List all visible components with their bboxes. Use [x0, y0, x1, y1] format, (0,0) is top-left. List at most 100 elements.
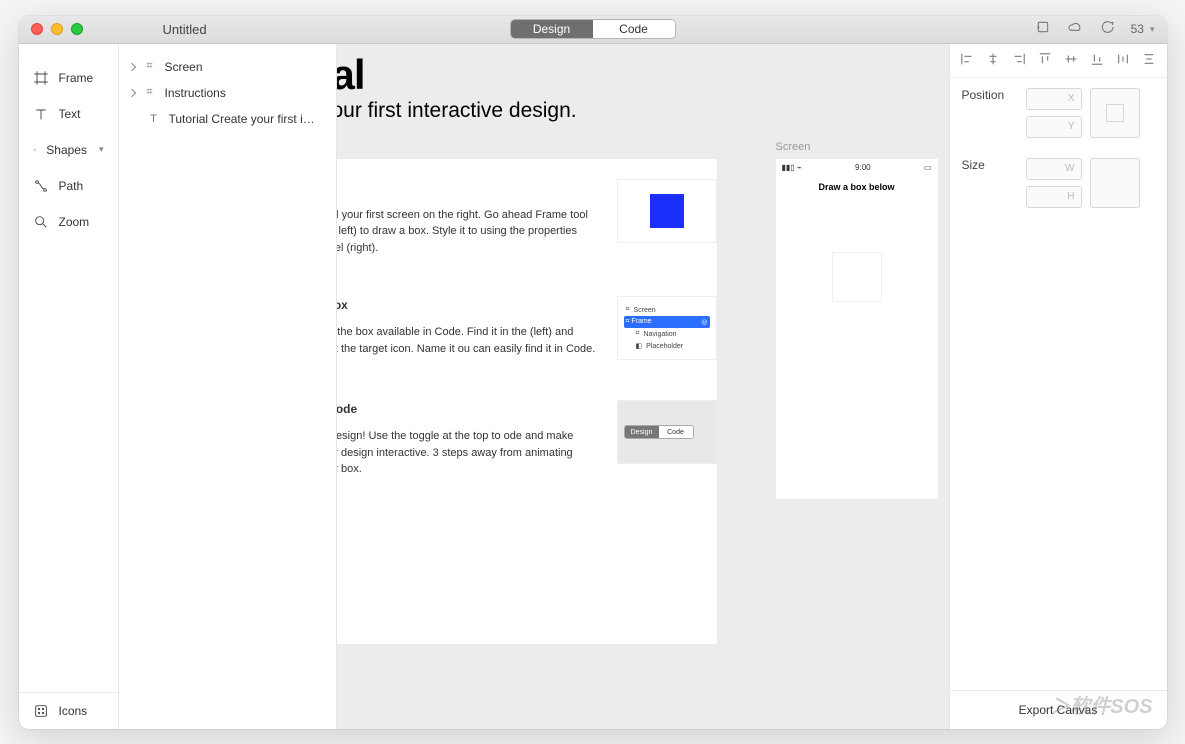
tutorial-step-2: e box ake the box available in Code. Fin… — [337, 296, 717, 360]
alignment-controls — [950, 44, 1167, 78]
disclosure-icon — [127, 62, 135, 70]
artboard-instructions[interactable]: ox ared your first screen on the right. … — [337, 159, 717, 644]
mini-seg-design: Design — [625, 426, 659, 438]
shapes-icon — [33, 142, 37, 158]
constraints-control[interactable] — [1090, 158, 1140, 208]
tab-code[interactable]: Code — [593, 20, 675, 38]
tool-icons[interactable]: Icons — [19, 693, 118, 729]
tutorial-step-1: ox ared your first screen on the right. … — [337, 179, 717, 257]
layer-label: Tutorial Create your first i… — [169, 112, 315, 126]
cloud-icon[interactable] — [1067, 19, 1083, 40]
size-row: Size W H — [950, 148, 1167, 218]
tool-frame[interactable]: Frame — [19, 60, 118, 96]
mini-toggle: Design Code — [624, 425, 694, 439]
step-1-title: ox — [337, 179, 597, 197]
layer-label: Instructions — [165, 86, 226, 100]
artboard-label: Screen — [776, 141, 811, 153]
step-2-body: ake the box available in Code. Find it i… — [337, 324, 597, 357]
mini-layer-placeholder: Placeholder — [646, 343, 683, 350]
close-window-button[interactable] — [31, 23, 43, 35]
inspector-panel: Position X Y Size W H Export Canvas — [949, 44, 1167, 729]
share-icon[interactable] — [1035, 19, 1051, 40]
chevron-down-icon: ▾ — [1150, 24, 1155, 35]
tool-zoom[interactable]: Zoom — [19, 204, 118, 240]
position-label: Position — [962, 88, 1018, 102]
step-3-visual: Design Code — [617, 400, 717, 464]
chevron-down-icon: ▾ — [99, 144, 104, 155]
distribute-h-icon[interactable] — [1116, 52, 1130, 69]
layer-tutorial-text[interactable]: T Tutorial Create your first i… — [119, 106, 336, 132]
minimize-window-button[interactable] — [51, 23, 63, 35]
mock-status-bar: ▮▮▯ ⌁ 9:00 ▭ — [776, 159, 938, 176]
text-icon — [33, 106, 49, 122]
maximize-window-button[interactable] — [71, 23, 83, 35]
anchor-control[interactable] — [1090, 88, 1140, 138]
disclosure-icon — [127, 88, 135, 96]
layers-panel: ⌗ Screen ⌗ Instructions T Tutorial Creat… — [119, 44, 337, 729]
mock-time: 9:00 — [855, 163, 871, 172]
design-code-toggle: Design Code — [510, 19, 676, 39]
distribute-v-icon[interactable] — [1142, 52, 1156, 69]
document-title: Untitled — [163, 22, 207, 37]
titlebar-right: 53 ▾ — [1035, 19, 1155, 40]
frame-icon: ⌗ — [143, 86, 157, 99]
tool-text[interactable]: Text — [19, 96, 118, 132]
design-canvas[interactable]: al our first interactive design. ox ared… — [337, 44, 949, 729]
align-center-v-icon[interactable] — [1064, 52, 1078, 69]
mini-layer-navigation: Navigation — [643, 331, 676, 338]
tool-path[interactable]: Path — [19, 168, 118, 204]
tutorial-subtitle: our first interactive design. — [337, 99, 577, 123]
size-h-input[interactable]: H — [1026, 186, 1082, 208]
path-icon — [33, 178, 49, 194]
icons-icon — [33, 703, 49, 719]
step-3-title: o Code — [337, 400, 597, 418]
app-window: Untitled Design Code 53 ▾ F — [19, 16, 1167, 729]
tab-design[interactable]: Design — [511, 20, 593, 38]
layer-instructions[interactable]: ⌗ Instructions — [119, 80, 336, 106]
align-right-icon[interactable] — [1012, 52, 1026, 69]
position-x-input[interactable]: X — [1026, 88, 1082, 110]
tutorial-step-3: o Code in Design! Use the toggle at the … — [337, 400, 717, 478]
mini-layer-frame: Frame — [631, 318, 651, 325]
step-3-body: in Design! Use the toggle at the top to … — [337, 428, 597, 478]
align-left-icon[interactable] — [960, 52, 974, 69]
tool-frame-label: Frame — [59, 71, 94, 85]
align-top-icon[interactable] — [1038, 52, 1052, 69]
layer-screen[interactable]: ⌗ Screen — [119, 54, 336, 80]
artboard-screen[interactable]: Screen ▮▮▯ ⌁ 9:00 ▭ Draw a box below — [776, 159, 938, 499]
signal-icon: ▮▮▯ ⌁ — [782, 163, 802, 172]
step-1-visual — [617, 179, 717, 243]
titlebar: Untitled Design Code 53 ▾ — [19, 16, 1167, 44]
mini-seg-code: Code — [659, 426, 693, 438]
app-body: Frame Text Shapes ▾ Path Zoom — [19, 44, 1167, 729]
size-w-input[interactable]: W — [1026, 158, 1082, 180]
size-label: Size — [962, 158, 1018, 172]
mock-placeholder-box — [832, 252, 882, 302]
chat-icon[interactable] — [1099, 19, 1115, 40]
tool-text-label: Text — [59, 107, 81, 121]
frame-icon — [33, 70, 49, 86]
position-y-input[interactable]: Y — [1026, 116, 1082, 138]
tool-shapes[interactable]: Shapes ▾ — [19, 132, 118, 168]
step-1-body: ared your first screen on the right. Go … — [337, 207, 597, 257]
position-row: Position X Y — [950, 78, 1167, 148]
export-canvas-button[interactable]: Export Canvas — [950, 690, 1167, 729]
frame-icon: ⌗ — [143, 60, 157, 73]
notification-count[interactable]: 53 ▾ — [1131, 22, 1155, 36]
text-icon: T — [147, 113, 161, 125]
blue-box-example — [650, 194, 684, 228]
tool-zoom-label: Zoom — [59, 215, 90, 229]
tool-path-label: Path — [59, 179, 84, 193]
align-bottom-icon[interactable] — [1090, 52, 1104, 69]
tool-icons-label: Icons — [59, 704, 88, 718]
notification-count-value: 53 — [1131, 22, 1144, 36]
battery-icon: ▭ — [924, 163, 932, 172]
tutorial-title: al — [337, 51, 365, 99]
traffic-lights — [31, 23, 83, 35]
tool-sidebar: Frame Text Shapes ▾ Path Zoom — [19, 44, 119, 729]
zoom-icon — [33, 214, 49, 230]
step-2-visual: ⌗Screen ⌗ Frame◎ ⌗Navigation ◧Placeholde… — [617, 296, 717, 360]
mock-screen-heading: Draw a box below — [776, 182, 938, 192]
tool-shapes-label: Shapes — [46, 143, 87, 157]
align-center-h-icon[interactable] — [986, 52, 1000, 69]
